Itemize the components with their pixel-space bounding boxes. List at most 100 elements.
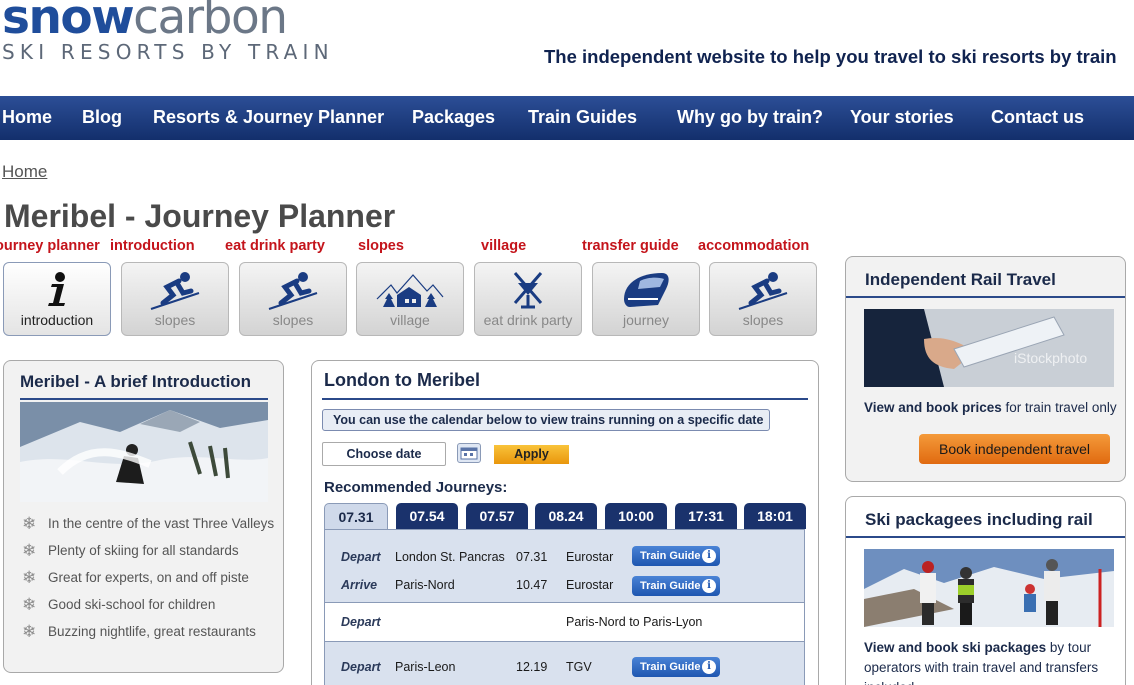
skier-icon [738, 272, 788, 310]
time-tab-1731[interactable]: 17:31 [675, 503, 737, 529]
section-label-eat-drink-party[interactable]: eat drink party [225, 238, 325, 254]
intro-list: ❄ In the centre of the vast Three Valleys… [22, 514, 275, 651]
divider [20, 398, 268, 400]
depart-label: Depart [341, 550, 381, 564]
tile-caption: introduction [20, 312, 94, 328]
book-independent-travel-button[interactable]: Book independent travel [919, 434, 1110, 464]
rail-panel: Independent Rail Travel iStockphoto View… [845, 256, 1126, 482]
section-label-accommodation[interactable]: accommodation [698, 238, 809, 254]
nav-packages[interactable]: Packages [412, 107, 495, 128]
tile-slopes-3[interactable]: slopes [709, 262, 817, 336]
transfer-row: Depart Paris-Nord to Paris-Lyon [325, 602, 804, 642]
depart-label: Depart [341, 660, 381, 674]
page-title: Meribel - Journey Planner [4, 198, 396, 234]
section-label-introduction[interactable]: introduction [110, 238, 195, 254]
depart-operator: Eurostar [566, 550, 614, 564]
list-item: ❄ Great for experts, on and off piste [22, 568, 249, 587]
main-nav: Home Blog Resorts & Journey Planner Pack… [0, 96, 1134, 140]
cutlery-glass-icon [513, 272, 543, 309]
calendar-icon[interactable] [457, 443, 481, 463]
depart-time: 07.31 [516, 550, 548, 564]
list-item: ❄ In the centre of the vast Three Valleys [22, 514, 275, 533]
divider [322, 398, 808, 400]
tile-introduction[interactable]: introduction [3, 262, 111, 336]
packages-title: Ski packagees including rail [865, 510, 1093, 529]
snowflake-icon: ❄ [22, 514, 37, 533]
nav-why-train[interactable]: Why go by train? [677, 107, 823, 128]
nav-resorts[interactable]: Resorts & Journey Planner [153, 107, 384, 128]
time-tab-0757[interactable]: 07.57 [466, 503, 528, 529]
arrive-operator: Eurostar [566, 578, 614, 592]
divider [846, 296, 1125, 298]
skier-icon [268, 272, 318, 310]
tile-caption: slopes [272, 312, 314, 328]
arrive-label: Arrive [341, 578, 378, 592]
info-icon: i [702, 660, 716, 674]
choose-date-button[interactable]: Choose date [322, 442, 446, 466]
rail-title: Independent Rail Travel [865, 270, 1056, 289]
logo[interactable]: snowcarbon SKI RESORTS BY TRAIN [2, 0, 334, 64]
list-item: ❄ Plenty of skiing for all standards [22, 541, 239, 560]
nav-train-guides[interactable]: Train Guides [528, 107, 637, 128]
list-item: ❄ Buzzing nightlife, great restaurants [22, 622, 256, 641]
train-icon [624, 273, 669, 307]
section-label-slopes[interactable]: slopes [358, 238, 404, 254]
time-tab-0754[interactable]: 07.54 [396, 503, 458, 529]
section-label-transfer-guide[interactable]: transfer guide [582, 238, 679, 254]
nav-blog[interactable]: Blog [82, 107, 122, 128]
recommended-heading: Recommended Journeys: [324, 479, 508, 496]
tile-caption: slopes [154, 312, 196, 328]
journey-details: Depart London St. Pancras 07.31 Eurostar… [324, 529, 805, 685]
logo-snow: snow [2, 0, 135, 45]
snowflake-icon: ❄ [22, 595, 37, 614]
snowflake-icon: ❄ [22, 622, 37, 641]
nav-contact[interactable]: Contact us [991, 107, 1084, 128]
breadcrumb-home[interactable]: Home [2, 162, 47, 182]
tile-caption: village [390, 312, 430, 328]
depart-operator: TGV [566, 660, 592, 674]
divider [846, 536, 1125, 538]
nav-stories[interactable]: Your stories [850, 107, 954, 128]
depart-station: Paris-Leon [395, 660, 456, 674]
apply-button[interactable]: Apply [494, 445, 569, 464]
journey-title: London to Meribel [324, 370, 480, 390]
section-label-village[interactable]: village [481, 238, 526, 254]
tile-caption: slopes [742, 312, 784, 328]
rail-description: View and book prices for train travel on… [864, 400, 1117, 415]
skiers-photo [864, 549, 1114, 627]
snowflake-icon: ❄ [22, 541, 37, 560]
time-tab-0824[interactable]: 08.24 [535, 503, 597, 529]
time-tab-1801[interactable]: 18:01 [744, 503, 806, 529]
arrive-time: 10.47 [516, 578, 548, 592]
page: snowcarbon SKI RESORTS BY TRAIN The inde… [0, 0, 1134, 685]
intro-title: Meribel - A brief Introduction [20, 372, 252, 391]
tile-caption: journey [623, 312, 669, 328]
tile-village[interactable]: village [356, 262, 464, 336]
train-guide-button[interactable]: Train Guide i [632, 546, 720, 566]
time-tab-0731[interactable]: 07.31 [324, 503, 388, 531]
packages-description: View and book ski packages by tour opera… [864, 640, 1099, 685]
depart-time: 12.19 [516, 660, 548, 674]
tile-slopes-2[interactable]: slopes [239, 262, 347, 336]
skier-icon [150, 272, 200, 310]
depart-station: London St. Pancras [395, 550, 505, 564]
train-guide-button[interactable]: Train Guide i [632, 576, 720, 596]
tile-eat-drink-party[interactable]: eat drink party [474, 262, 582, 336]
transfer-label: Depart [341, 615, 381, 629]
info-icon: i [702, 579, 716, 593]
packages-panel: Ski packagees including rail View and bo… [845, 496, 1126, 685]
village-icon [376, 274, 444, 307]
time-tab-1000[interactable]: 10:00 [605, 503, 667, 529]
nav-home[interactable]: Home [2, 107, 52, 128]
logo-carbon: carbon [133, 0, 288, 45]
meribel-snow-photo [20, 402, 268, 502]
tile-journey[interactable]: journey [592, 262, 700, 336]
snowflake-icon: ❄ [22, 568, 37, 587]
tile-caption: eat drink party [483, 312, 573, 328]
tile-slopes[interactable]: slopes [121, 262, 229, 336]
tagline: The independent website to help you trav… [544, 46, 1117, 67]
watermark-text: iStockphoto [1014, 350, 1087, 366]
section-label-journey-planner[interactable]: journey planner [0, 238, 100, 254]
info-icon [48, 272, 65, 306]
train-guide-button[interactable]: Train Guide i [632, 657, 720, 677]
